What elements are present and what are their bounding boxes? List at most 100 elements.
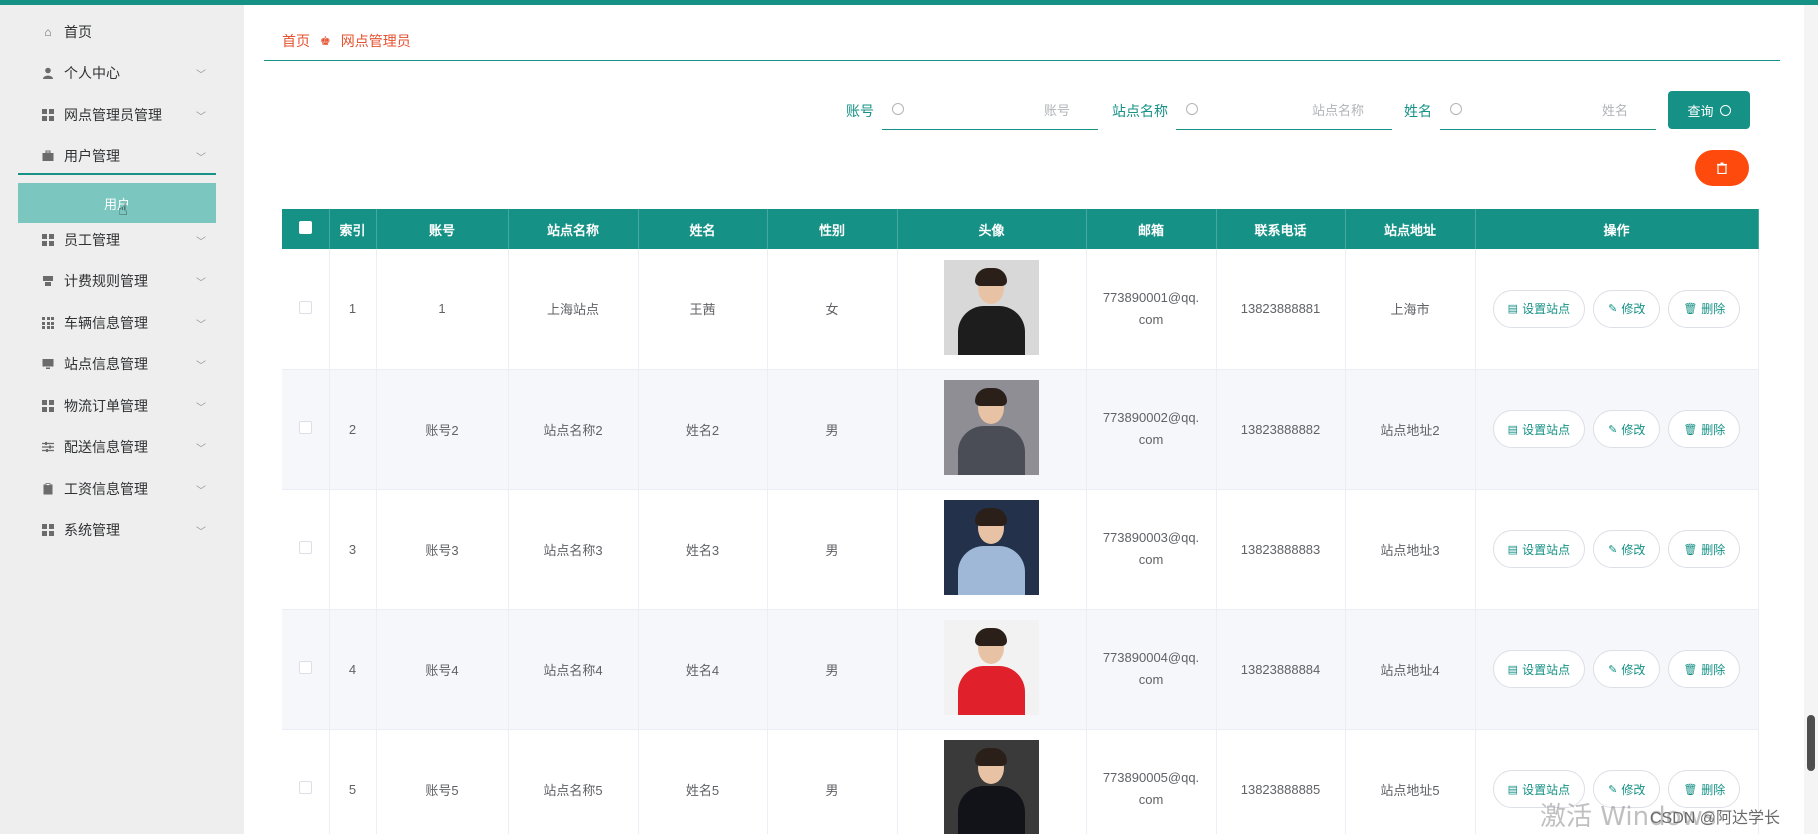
cell-address: 站点地址2: [1345, 369, 1476, 490]
cell-station: 站点名称3: [508, 489, 639, 610]
sidebar-item-home[interactable]: ⌂ 首页: [18, 14, 216, 50]
breadcrumb-separator-icon: ♚: [320, 34, 331, 48]
email-line: 773890002@qq.: [1102, 410, 1200, 425]
sidebar-item-vehicles[interactable]: 车辆信息管理 ﹀: [18, 305, 216, 341]
search-icon: [1719, 104, 1731, 116]
sidebar-item-delivery[interactable]: 配送信息管理 ﹀: [18, 429, 216, 465]
cell-gender: 女: [767, 249, 898, 370]
cell-name: 姓名4: [638, 609, 768, 730]
email-line: 773890005@qq.: [1102, 770, 1200, 785]
search-name-field[interactable]: [1440, 92, 1656, 130]
button-label: 删除: [1701, 782, 1726, 797]
cell-account: 账号4: [376, 609, 509, 730]
set-station-button[interactable]: ▤ 设置站点: [1492, 530, 1586, 568]
submenu-item-user[interactable]: 用户: [18, 183, 216, 223]
sidebar-item-stations[interactable]: 站点信息管理 ﹀: [18, 346, 216, 382]
chevron-down-icon: ﹀: [196, 402, 206, 414]
edit-button[interactable]: ✎ 修改: [1593, 289, 1661, 328]
batch-delete-button[interactable]: [1695, 150, 1749, 186]
pencil-icon: ✎: [1608, 423, 1618, 436]
breadcrumb-home-link[interactable]: 首页: [282, 31, 310, 51]
chevron-down-icon: ﹀: [196, 485, 206, 497]
row-checkbox[interactable]: [298, 421, 312, 434]
set-station-button[interactable]: ▤ 设置站点: [1492, 650, 1586, 688]
cell-email: 773890004@qq. com: [1086, 609, 1217, 730]
chevron-down-icon: ﹀: [196, 360, 206, 372]
document-icon: ▤: [1507, 303, 1519, 316]
trash-icon: 🗑: [1683, 423, 1698, 436]
station-input[interactable]: [1176, 92, 1392, 129]
receipt-icon: [41, 274, 55, 288]
sidebar-item-label: 计费规则管理: [64, 273, 148, 289]
avatar[interactable]: [944, 740, 1039, 834]
sidebar-item-staff[interactable]: 员工管理 ﹀: [18, 222, 216, 258]
avatar[interactable]: [944, 620, 1039, 715]
row-checkbox[interactable]: [298, 300, 312, 314]
chevron-down-icon: ﹀: [196, 277, 206, 289]
set-station-button[interactable]: ▤ 设置站点: [1492, 289, 1586, 328]
main-content: 首页 ♚ 网点管理员 账号 站点名称 姓名 查询: [244, 5, 1804, 834]
sidebar-item-orders[interactable]: 物流订单管理 ﹀: [18, 388, 216, 424]
sidebar-item-system[interactable]: 系统管理 ﹀: [18, 512, 216, 548]
email-line: com: [1138, 672, 1164, 687]
edit-button[interactable]: ✎ 修改: [1593, 530, 1661, 568]
button-label: 设置站点: [1522, 782, 1571, 797]
account-input[interactable]: [882, 92, 1098, 129]
sidebar-item-billing-rules[interactable]: 计费规则管理 ﹀: [18, 263, 216, 299]
sidebar-item-profile[interactable]: 个人中心 ﹀: [18, 55, 216, 91]
grid-icon: [41, 316, 55, 330]
mouse-cursor-icon: ☝: [118, 202, 128, 219]
chevron-down-icon: ﹀: [196, 443, 206, 455]
delete-button[interactable]: 🗑 删除: [1668, 289, 1741, 328]
delete-button[interactable]: 🗑 删除: [1668, 410, 1741, 448]
cell-gender: 男: [767, 489, 898, 610]
cell-station: 站点名称2: [508, 369, 639, 490]
chevron-down-icon: ﹀: [196, 319, 206, 331]
cell-account: 1: [376, 249, 509, 370]
search-account-field[interactable]: [882, 92, 1098, 130]
table-row: 3 账号3 站点名称3 姓名3 男 773890003@qq. com 13823…: [282, 489, 1759, 610]
trash-icon: 🗑: [1683, 303, 1698, 316]
query-button[interactable]: 查询: [1668, 91, 1750, 129]
document-icon: ▤: [1507, 663, 1519, 676]
email-line: com: [1138, 311, 1164, 327]
email-line: com: [1138, 792, 1164, 807]
sidebar-item-label: 车辆信息管理: [64, 315, 148, 331]
cell-index: 3: [329, 489, 377, 610]
cell-gender: 男: [767, 729, 898, 834]
avatar[interactable]: [944, 259, 1039, 355]
row-checkbox[interactable]: [298, 541, 312, 554]
cell-index: 1: [329, 249, 377, 370]
header-select-all[interactable]: [282, 209, 330, 249]
column-header: 账号: [376, 209, 509, 249]
search-station-field[interactable]: [1176, 92, 1392, 130]
select-all-checkbox[interactable]: [298, 221, 312, 234]
cell-address: 上海市: [1345, 249, 1476, 370]
delete-button[interactable]: 🗑 删除: [1668, 650, 1741, 688]
button-label: 修改: [1621, 542, 1646, 557]
search-label-station: 站点名称: [1112, 103, 1168, 119]
sidebar-item-salary[interactable]: 工资信息管理 ﹀: [18, 471, 216, 507]
email-line: com: [1138, 552, 1164, 567]
button-label: 修改: [1621, 782, 1646, 797]
button-label: 设置站点: [1522, 662, 1571, 677]
avatar[interactable]: [944, 380, 1039, 475]
button-label: 设置站点: [1522, 422, 1571, 437]
edit-button[interactable]: ✎ 修改: [1593, 410, 1661, 448]
row-checkbox[interactable]: [298, 781, 312, 794]
sidebar-item-label: 网点管理员管理: [64, 107, 162, 123]
page-scrollbar[interactable]: [1804, 5, 1818, 834]
sidebar-item-outlet-admin[interactable]: 网点管理员管理 ﹀: [18, 97, 216, 133]
name-input[interactable]: [1440, 92, 1656, 129]
scrollbar-thumb[interactable]: [1807, 715, 1815, 771]
user-icon: [41, 66, 55, 80]
delete-button[interactable]: 🗑 删除: [1668, 530, 1741, 568]
row-checkbox[interactable]: [298, 661, 312, 674]
edit-button[interactable]: ✎ 修改: [1593, 650, 1661, 688]
sidebar-item-user-management[interactable]: 用户管理 ﹀: [18, 139, 216, 175]
email-line: 773890004@qq.: [1102, 650, 1200, 665]
search-name-group: 姓名: [1404, 91, 1656, 131]
set-station-button[interactable]: ▤ 设置站点: [1492, 410, 1586, 448]
cell-address: 站点地址4: [1345, 609, 1476, 730]
avatar[interactable]: [944, 500, 1039, 595]
